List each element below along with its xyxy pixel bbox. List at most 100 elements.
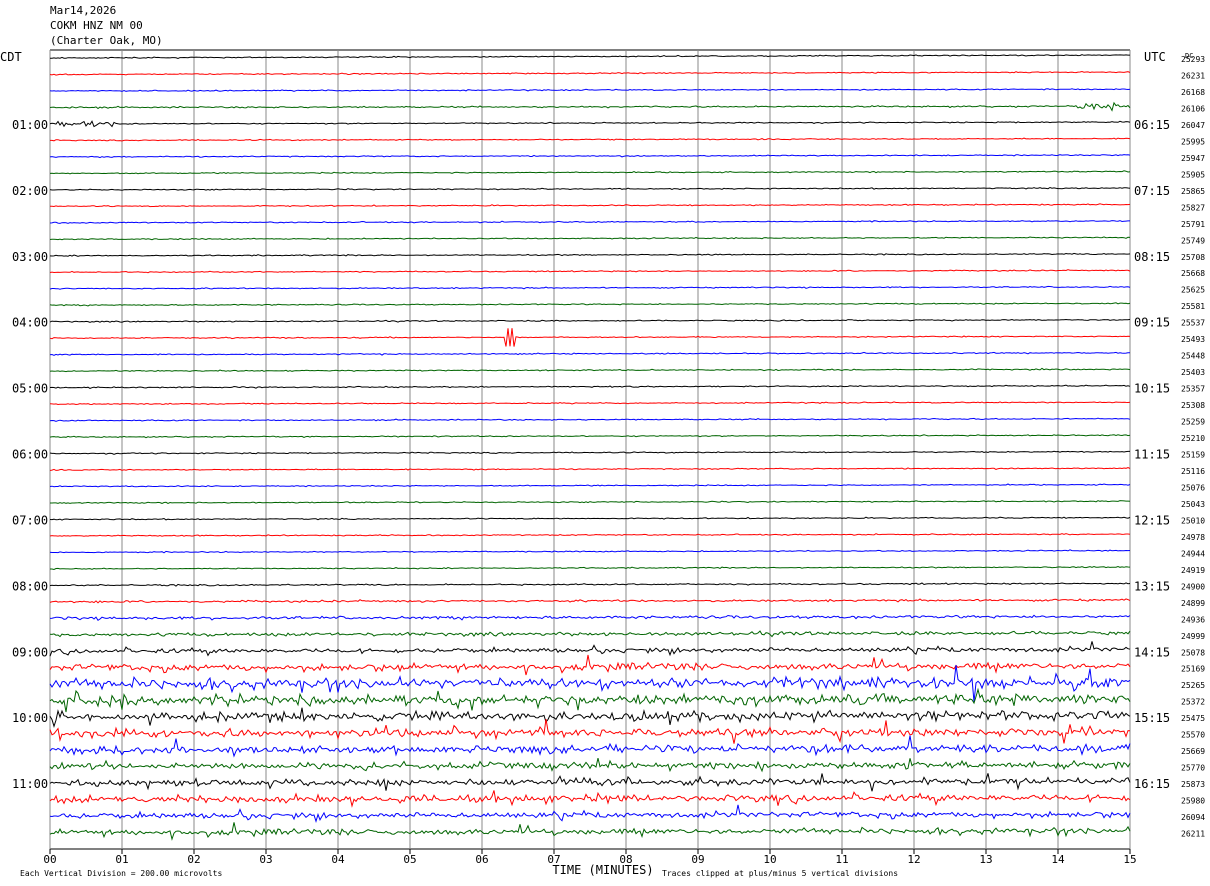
right-hour-label: 10:15: [1134, 382, 1170, 396]
right-axis-label: UTC: [1144, 50, 1166, 64]
dc-offset-label: 25570: [1181, 731, 1205, 740]
dc-offset-label: 25581: [1181, 302, 1205, 311]
x-tick-label: 14: [1051, 853, 1065, 866]
dc-offset-label: 25116: [1181, 467, 1205, 476]
trace-line: [49, 687, 1131, 713]
right-hour-label: 13:15: [1134, 579, 1170, 593]
trace-line: [49, 719, 1131, 744]
dc-offset-label: 24899: [1181, 599, 1205, 608]
right-hour-label: 09:15: [1134, 316, 1170, 330]
left-hour-label: 11:00: [12, 777, 48, 791]
dc-offset-label: 25749: [1181, 236, 1205, 245]
right-hour-label: 06:15: [1134, 118, 1170, 132]
dc-offset-label: 25980: [1181, 797, 1205, 806]
left-hour-label: 09:00: [12, 645, 48, 659]
trace-line: [49, 582, 1131, 587]
trace-line: [49, 186, 1131, 191]
trace-line: [49, 790, 1131, 808]
trace-line: [49, 269, 1131, 274]
trace-line: [50, 203, 1131, 208]
x-tick-label: 12: [907, 853, 920, 866]
left-hour-label: 01:00: [12, 118, 48, 132]
dc-offset-label: 25995: [1181, 137, 1205, 146]
dc-offset-label: 24900: [1181, 582, 1205, 591]
trace-line: [49, 401, 1131, 406]
dc-offset-label: 26094: [1181, 813, 1205, 822]
trace-group: [49, 54, 1131, 841]
dc-offset-label: 25865: [1181, 187, 1205, 196]
dc-offset-label: 25159: [1181, 451, 1205, 460]
trace-line: [49, 630, 1131, 638]
dc-offset-label: 25357: [1181, 385, 1205, 394]
helicorder-chart: 00 01 02 03 04 05 06 07 08 09 10 11 12 13 14 1525293262…: [0, 49, 1205, 878]
dc-offset-label: 25905: [1181, 170, 1205, 179]
left-hour-label: 06:00: [12, 448, 48, 462]
x-tick-label: 13: [979, 853, 992, 866]
dc-offset-label: 25493: [1181, 335, 1205, 344]
trace-line: [49, 804, 1131, 824]
trace-line: [50, 565, 1131, 571]
x-tick-label: 00: [43, 853, 56, 866]
dc-offset-label: 26211: [1181, 830, 1205, 839]
trace-line: [49, 450, 1130, 455]
dc-offset-label: 25668: [1181, 269, 1205, 278]
trace-line: [49, 598, 1131, 604]
trace-line: [49, 88, 1131, 92]
x-tick-label: 05: [403, 853, 416, 866]
left-hour-label: 02:00: [12, 184, 48, 198]
dc-offset-label: 25669: [1181, 747, 1205, 756]
x-tick-label: 10: [763, 853, 776, 866]
dc-offset-label: 25259: [1181, 418, 1205, 427]
trace-line: [49, 757, 1131, 773]
dc-offset-label: 25947: [1181, 154, 1205, 163]
trace-line: [49, 614, 1131, 621]
trace-line: [49, 70, 1131, 76]
trace-line: [49, 516, 1131, 521]
trace-line: [50, 500, 1131, 504]
dc-offset-label: 25827: [1181, 203, 1205, 212]
x-tick-label: 03: [259, 853, 272, 866]
dc-offset-label: 24999: [1181, 632, 1205, 641]
dc-offset-label: 25010: [1181, 516, 1205, 525]
right-hour-label: 12:15: [1134, 513, 1170, 527]
trace-line: [50, 137, 1131, 142]
scale-footnote: Each Vertical Division = 200.00 microvol…: [20, 869, 222, 878]
trace-line: [49, 434, 1131, 439]
x-tick-label: 01: [115, 853, 128, 866]
trace-line: [50, 54, 1130, 60]
trace-line: [49, 328, 1131, 347]
trace-line: [49, 735, 1131, 758]
right-hour-label: 07:15: [1134, 184, 1170, 198]
x-tick-label: 02: [187, 853, 200, 866]
trace-line: [49, 170, 1131, 175]
dc-offset-label: 25372: [1181, 698, 1205, 707]
x-tick-label: 15: [1123, 853, 1136, 866]
right-hour-label: 16:15: [1134, 777, 1170, 791]
trace-line: [49, 252, 1131, 257]
dc-offset-label: 25043: [1181, 500, 1205, 509]
x-axis-title: TIME (MINUTES): [552, 863, 653, 877]
clip-footnote: Traces clipped at plus/minus 5 vertical …: [662, 869, 898, 878]
dc-offset-label: 25873: [1181, 780, 1205, 789]
trace-line: [49, 154, 1131, 159]
left-hour-label: 10:00: [12, 711, 48, 725]
dc-offset-label: 25265: [1181, 681, 1205, 690]
dc-offset-label: 25791: [1181, 220, 1205, 229]
trace-line: [49, 467, 1131, 471]
trace-line: [49, 417, 1131, 422]
dc-offset-label: 25475: [1181, 714, 1205, 723]
dc-offset-label: 25308: [1181, 401, 1205, 410]
dc-header-label: DC: [1185, 52, 1193, 60]
dc-offset-label: 25078: [1181, 648, 1205, 657]
trace-line: [49, 822, 1131, 841]
left-hour-label: 08:00: [12, 579, 48, 593]
x-tick-label: 06: [475, 853, 488, 866]
x-tick-label: 04: [331, 853, 345, 866]
x-tick-label: 09: [691, 853, 704, 866]
left-hour-label: 03:00: [12, 250, 48, 264]
trace-line: [49, 665, 1131, 702]
dc-offset-label: 24919: [1181, 566, 1205, 575]
label-group: 00 01 02 03 04 05 06 07 08 09 10 11 12 13 14 1525293262…: [0, 50, 1205, 878]
trace-line: [49, 302, 1131, 307]
dc-offset-label: 25625: [1181, 286, 1205, 295]
